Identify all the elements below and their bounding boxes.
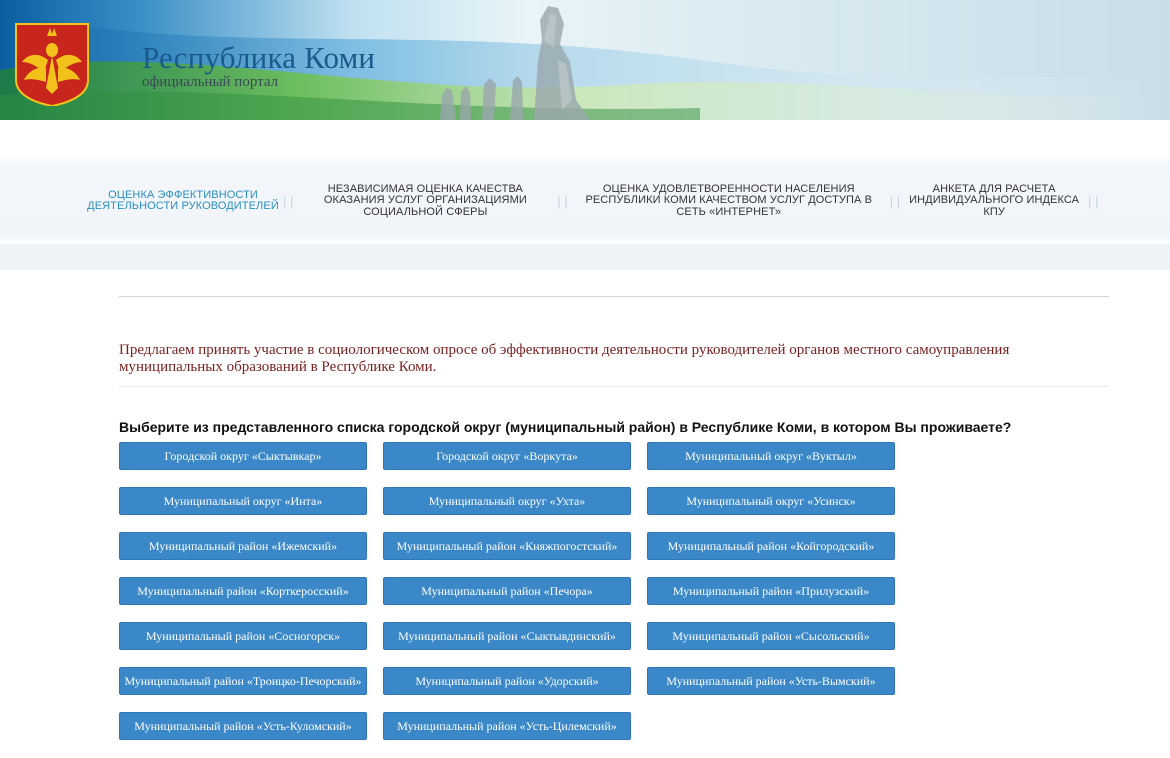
district-button-kortkerossky[interactable]: Муниципальный район «Корткеросский»	[119, 577, 367, 605]
nav-item-internet-satisfaction[interactable]: Оценка удовлетворенности населения Респу…	[571, 183, 887, 219]
nav-separator: | |	[889, 193, 901, 209]
district-button-ust-kulomsky[interactable]: Муниципальный район «Усть-Куломский»	[119, 712, 367, 740]
district-button-sosnogorsk[interactable]: Муниципальный район «Сосногорск»	[119, 622, 367, 650]
district-button-izhemsky[interactable]: Муниципальный район «Ижемский»	[119, 532, 367, 560]
district-button-knyazhpogostsky[interactable]: Муниципальный район «Княжпогостский»	[383, 532, 631, 560]
survey-intro-text: Предлагаем принять участие в социологиче…	[119, 342, 1010, 375]
nav-bottom-strip	[0, 244, 1170, 270]
district-button-koygorodsky[interactable]: Муниципальный район «Койгородский»	[647, 532, 895, 560]
district-button-udorsky[interactable]: Муниципальный район «Удорский»	[383, 667, 631, 695]
stone-pillars-image	[440, 6, 590, 120]
district-button-priluzsky[interactable]: Муниципальный район «Прилузский»	[647, 577, 895, 605]
nav-item-performance-evaluation[interactable]: Оценка эффективности деятельности руково…	[86, 189, 280, 213]
main-nav: Оценка эффективности деятельности руково…	[86, 176, 1106, 226]
district-button-usinsk[interactable]: Муниципальный округ «Усинск»	[647, 487, 895, 515]
district-button-sysolsky[interactable]: Муниципальный район «Сысольский»	[647, 622, 895, 650]
district-button-grid: Городской округ «Сыктывкар» Городской ок…	[119, 442, 899, 740]
district-button-pechora[interactable]: Муниципальный район «Печора»	[383, 577, 631, 605]
district-button-vuktyl[interactable]: Муниципальный округ «Вуктыл»	[647, 442, 895, 470]
nav-item-independent-quality-assessment[interactable]: Независимая оценка качества оказания усл…	[296, 183, 554, 219]
district-button-syktyvkar[interactable]: Городской округ «Сыктывкар»	[119, 442, 367, 470]
content-divider-middle	[119, 386, 1109, 387]
district-button-ust-vymsky[interactable]: Муниципальный район «Усть-Вымский»	[647, 667, 895, 695]
nav-item-kpu-index-survey[interactable]: Анкета для расчета индивидуального индек…	[903, 183, 1085, 219]
district-button-inta[interactable]: Муниципальный округ «Инта»	[119, 487, 367, 515]
content-divider-top	[119, 296, 1109, 297]
nav-separator: | |	[283, 193, 294, 209]
district-button-ust-tsilemsky[interactable]: Муниципальный район «Усть-Цилемский»	[383, 712, 631, 740]
header-banner: Республика Коми официальный портал	[0, 0, 1170, 120]
district-button-ukhta[interactable]: Муниципальный округ «Ухта»	[383, 487, 631, 515]
nav-separator: | |	[557, 193, 568, 209]
site-title[interactable]: Республика Коми	[142, 40, 375, 76]
district-button-syktyvdinsky[interactable]: Муниципальный район «Сыктывдинский»	[383, 622, 631, 650]
komi-coat-of-arms-icon	[15, 23, 89, 106]
district-button-troitsko-pechorsky[interactable]: Муниципальный район «Троицко-Печорский»	[119, 667, 367, 695]
nav-separator: | |	[1088, 193, 1099, 209]
site-subtitle: официальный портал	[142, 74, 279, 90]
district-question: Выберите из представленного списка город…	[119, 419, 1012, 435]
district-button-vorkuta[interactable]: Городской округ «Воркута»	[383, 442, 631, 470]
